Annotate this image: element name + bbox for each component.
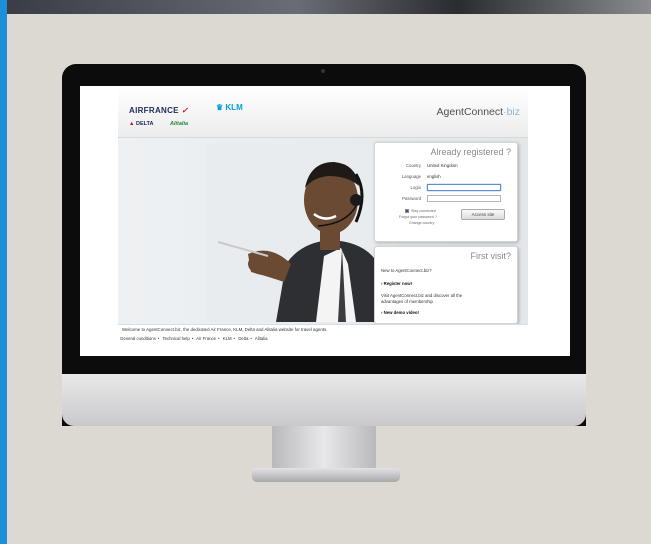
airfrance-stripe-icon: ✓ <box>181 106 189 115</box>
password-field[interactable] <box>427 195 501 202</box>
first-visit-question: New to AgentConnect.biz? <box>381 268 432 273</box>
delta-triangle-icon: ▲ <box>129 121 135 127</box>
stay-connected-label: Stay connected <box>411 209 436 213</box>
language-label: Language <box>401 174 421 179</box>
agent-photo <box>206 144 396 322</box>
login-card: Already registered ? Country United King… <box>374 142 518 242</box>
first-visit-card: First visit? New to AgentConnect.biz? › … <box>374 246 518 324</box>
footer-separator: • <box>191 336 194 341</box>
first-visit-title: First visit? <box>470 251 512 261</box>
footer-link-technical-help[interactable]: Technical help <box>162 336 189 341</box>
footer-link-alitalia[interactable]: Alitalia <box>255 336 268 341</box>
footer-separator: • <box>250 336 252 341</box>
visit-text-line-1: Visit AgentConnect.biz and discover all … <box>381 293 463 298</box>
camera-dot <box>321 69 325 73</box>
change-country-link[interactable]: Change country <box>409 221 434 225</box>
footer-separator: • <box>233 336 236 341</box>
brand-suffix-text: ·biz <box>503 106 520 118</box>
footer-link-klm[interactable]: KLM <box>223 336 232 341</box>
footer-separator: • <box>218 336 220 341</box>
visit-text-line-2: advantages of membership <box>381 299 433 304</box>
screen: AIRFRANCE ✓ ♛ KLM ▲ DELTA Alitalia Agent… <box>80 86 570 356</box>
access-site-button[interactable]: Access site <box>461 209 505 220</box>
site-header: AIRFRANCE ✓ ♛ KLM ▲ DELTA Alitalia Agent… <box>118 88 528 138</box>
agentconnect-brand: AgentConnect·biz <box>437 106 520 118</box>
klm-logo[interactable]: ♛ KLM <box>216 103 243 112</box>
forgot-password-link[interactable]: Forgot your password ? <box>399 215 437 219</box>
register-now-link[interactable]: › Register now! <box>381 281 412 286</box>
footer-link-air-france[interactable]: Air France <box>196 336 216 341</box>
login-label: Login <box>410 185 421 190</box>
password-label: Password <box>402 196 421 201</box>
country-value: United Kingdom <box>427 163 458 168</box>
hero-area: Already registered ? Country United King… <box>118 138 528 324</box>
footer-links: General conditions • Technical help • Air … <box>118 335 528 343</box>
alitalia-logo[interactable]: Alitalia <box>170 121 188 127</box>
stay-connected-checkbox[interactable] <box>405 209 409 213</box>
left-accent-bar <box>0 0 7 544</box>
delta-logo[interactable]: ▲ DELTA <box>129 121 154 127</box>
monitor-stand-neck <box>272 426 376 474</box>
alitalia-logo-text: Alitalia <box>170 121 189 127</box>
crown-icon: ♛ <box>216 103 224 112</box>
monitor-chin <box>62 374 586 426</box>
language-value: english <box>427 174 441 179</box>
brand-main-text: AgentConnect <box>436 106 504 118</box>
welcome-text: Welcome to AgentConnect.biz, the dedicat… <box>118 324 528 334</box>
footer-link-general-conditions[interactable]: General conditions <box>120 336 156 341</box>
airfrance-logo-text: AIRFRANCE <box>129 106 179 115</box>
klm-logo-text: KLM <box>225 103 243 112</box>
demo-video-link[interactable]: › New demo video! <box>381 310 419 315</box>
delta-logo-text: DELTA <box>135 121 154 127</box>
footer-link-delta[interactable]: Delta <box>238 336 248 341</box>
country-label: Country <box>405 163 421 168</box>
login-card-title: Already registered ? <box>430 147 511 157</box>
login-field[interactable] <box>427 184 501 191</box>
footer-separator: • <box>157 336 160 341</box>
top-photo-strip <box>7 0 651 14</box>
airfrance-logo[interactable]: AIRFRANCE ✓ <box>129 106 188 115</box>
monitor-stand-foot <box>252 468 400 482</box>
